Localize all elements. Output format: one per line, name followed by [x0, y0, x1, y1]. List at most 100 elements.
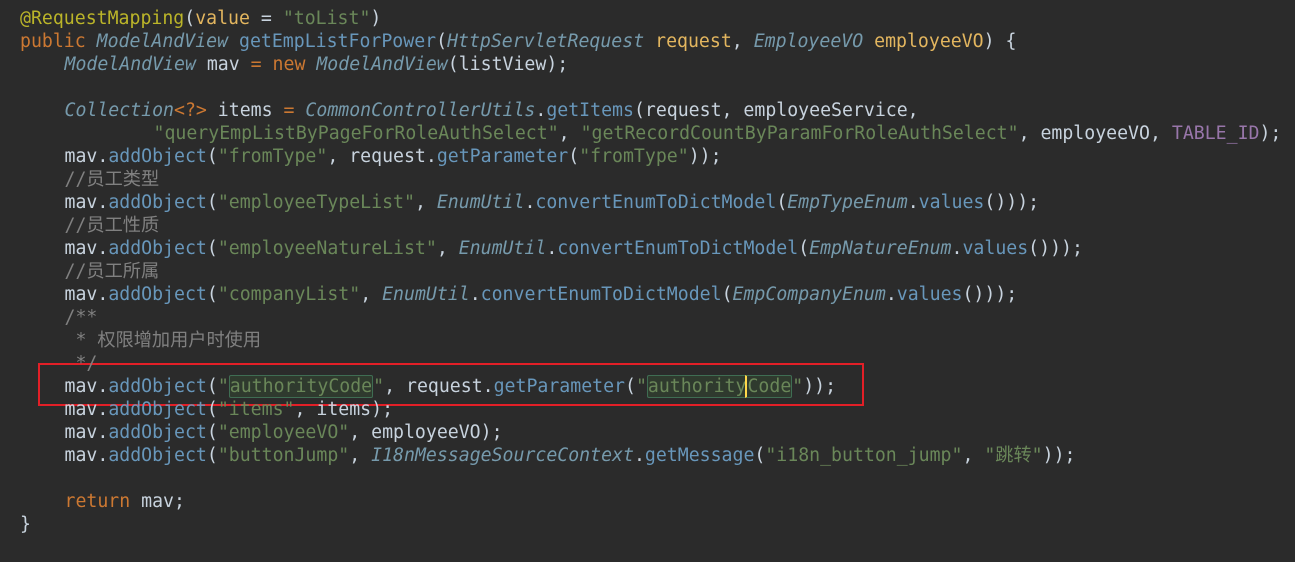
code-token: mav.	[64, 284, 109, 305]
code-token: ,	[436, 238, 459, 259]
code-line-mav-declaration[interactable]: ModelAndView mav = new ModelAndView(list…	[65, 53, 569, 76]
code-token: EmpNatureEnum	[809, 238, 952, 259]
code-token: .	[546, 238, 558, 259]
code-token: mav.	[64, 146, 109, 167]
code-token: , request.	[384, 376, 494, 397]
code-token: addObject	[108, 376, 207, 397]
code-token: //员工所属	[64, 261, 160, 282]
code-token: getParameter	[493, 376, 625, 397]
code-token: mav.	[64, 445, 109, 466]
code-token: (	[625, 376, 636, 397]
code-token: "	[792, 376, 804, 397]
code-token: mav	[195, 54, 251, 75]
code-token: ,	[731, 31, 754, 52]
code-token: I18nMessageSourceContext	[371, 445, 634, 466]
code-line-closing-brace[interactable]: }	[20, 513, 31, 536]
code-token: ) {	[983, 31, 1017, 52]
code-token: HttpServletRequest	[447, 31, 645, 52]
code-token: */	[64, 353, 98, 374]
code-token: (	[206, 422, 218, 443]
code-token: value	[195, 8, 250, 29]
code-token: (	[206, 399, 218, 420]
code-token: "fromType"	[217, 146, 328, 167]
code-token: "getRecordCountByParamForRoleAuthSelect"	[580, 123, 1019, 144]
code-token: (	[206, 146, 218, 167]
code-line-employee-nature-list[interactable]: mav.addObject("employeeNatureList", Enum…	[65, 237, 1083, 260]
code-editor[interactable]: @RequestMapping(value = "toList") public …	[0, 0, 1295, 562]
code-line-items[interactable]: mav.addObject("items", items);	[65, 398, 394, 421]
code-token: Collection	[64, 100, 175, 121]
code-token: addObject	[108, 422, 207, 443]
code-token: mav.	[64, 376, 109, 397]
code-token: "跳转"	[984, 445, 1043, 466]
code-token: ()));	[962, 284, 1018, 305]
code-token: values	[918, 192, 985, 213]
code-token: ,	[962, 445, 985, 466]
code-token: .	[524, 192, 536, 213]
code-line-return[interactable]: return mav;	[65, 490, 185, 513]
code-token: (	[721, 284, 733, 305]
code-token: addObject	[108, 284, 207, 305]
code-token: , items);	[294, 399, 394, 420]
code-line-method-signature[interactable]: public ModelAndView getEmpListForPower(H…	[20, 30, 1017, 53]
code-line-annotation[interactable]: @RequestMapping(value = "toList")	[20, 7, 381, 30]
code-token: ,	[349, 445, 372, 466]
code-line-authority-code[interactable]: mav.addObject("authorityCode", request.g…	[64, 375, 836, 398]
code-token: (listView);	[447, 54, 569, 75]
code-token: new	[261, 54, 317, 75]
code-line-comment-employee-nature[interactable]: //员工性质	[65, 214, 160, 237]
code-token: //员工类型	[64, 169, 160, 190]
code-token: getParameter	[436, 146, 569, 167]
code-token: =	[249, 8, 283, 29]
code-token: values	[896, 284, 963, 305]
code-token: );	[1259, 123, 1282, 144]
code-token: (	[206, 192, 218, 213]
code-token: .	[885, 284, 897, 305]
code-token: values	[962, 238, 1029, 259]
code-line-comment-employee-type[interactable]: //员工类型	[65, 168, 160, 191]
code-line-employee-type-list[interactable]: mav.addObject("employeeTypeList", EnumUt…	[65, 191, 1040, 214]
code-token: (	[568, 146, 580, 167]
code-line-items-declaration[interactable]: Collection<?> items = CommonControllerUt…	[65, 99, 919, 122]
code-token: "queryEmpListByPageForRoleAuthSelect"	[153, 123, 559, 144]
code-token: "	[373, 376, 385, 397]
code-token: EmpTypeEnum	[787, 192, 908, 213]
code-token: .	[907, 192, 919, 213]
code-token: employeeVO	[863, 31, 984, 52]
code-token: <?>	[174, 100, 207, 121]
code-token: ,	[360, 284, 383, 305]
code-line-items-args[interactable]: "queryEmpListByPageForRoleAuthSelect", "…	[154, 122, 1282, 145]
code-token: return	[64, 491, 142, 512]
code-token: (	[206, 284, 218, 305]
code-line-from-type[interactable]: mav.addObject("fromType", request.getPar…	[65, 145, 722, 168]
code-token: (	[206, 238, 218, 259]
code-token: .	[469, 284, 481, 305]
code-token: @RequestMapping	[20, 8, 185, 29]
code-token: mav.	[64, 422, 109, 443]
code-token: ModelAndView	[316, 54, 448, 75]
code-line-doc-comment-body[interactable]: * 权限增加用户时使用	[64, 329, 262, 352]
code-token: addObject	[108, 146, 207, 167]
code-token: ()));	[1028, 238, 1083, 259]
code-line-company-list[interactable]: mav.addObject("companyList", EnumUtil.co…	[65, 283, 1018, 306]
code-token: request	[644, 31, 732, 52]
code-token: ModelAndView	[64, 54, 196, 75]
code-token: (	[436, 31, 448, 52]
code-token: TABLE_ID	[1171, 123, 1260, 144]
code-token: mav.	[64, 238, 109, 259]
code-token: //员工性质	[64, 215, 160, 236]
code-token: Code	[745, 375, 793, 398]
code-token: , employeeVO);	[349, 422, 503, 443]
code-line-doc-comment-close[interactable]: */	[64, 352, 98, 375]
code-token: "toList"	[282, 8, 371, 29]
code-line-comment-employee-company[interactable]: //员工所属	[65, 260, 160, 283]
code-token: ));	[1042, 445, 1076, 466]
code-token: ModelAndView	[96, 31, 229, 52]
code-token: ));	[688, 146, 722, 167]
code-token: "i18n_button_jump"	[765, 445, 963, 466]
code-line-button-jump[interactable]: mav.addObject("buttonJump", I18nMessageS…	[65, 444, 1076, 467]
code-token: * 权限增加用户时使用	[64, 330, 262, 351]
code-token: (	[206, 376, 218, 397]
code-line-doc-comment-open[interactable]: /**	[65, 306, 98, 329]
code-line-employee-vo[interactable]: mav.addObject("employeeVO", employeeVO);	[65, 421, 503, 444]
